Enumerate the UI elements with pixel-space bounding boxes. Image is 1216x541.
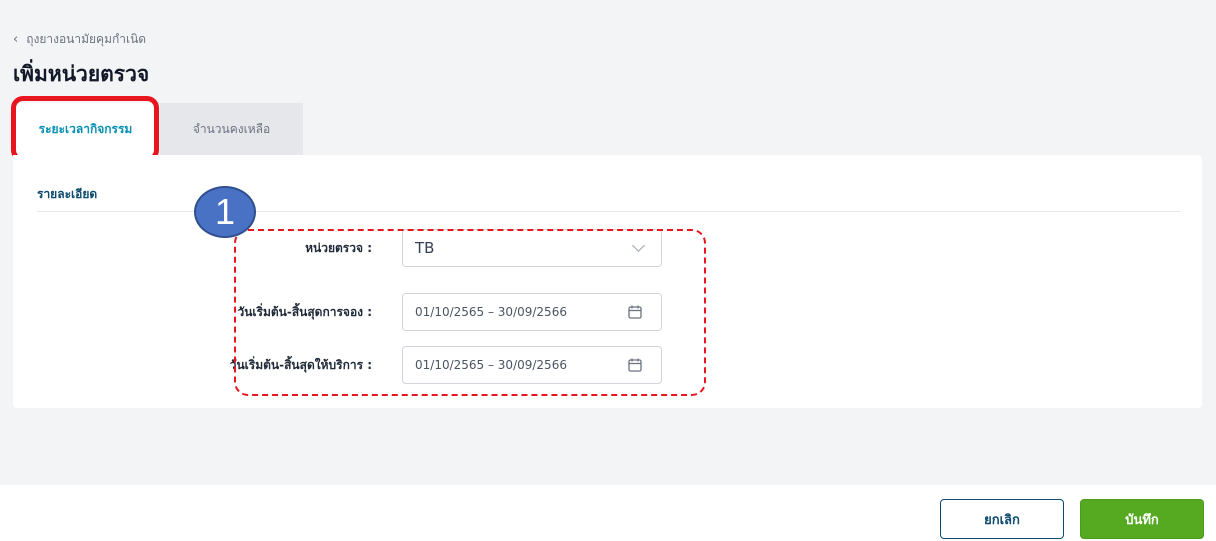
step-number-badge: 1 [194,186,256,238]
save-button[interactable]: บันทึก [1080,499,1204,539]
page-title: เพิ่มหน่วยตรวจ [13,62,150,86]
tab-bar: ระยะเวลากิจกรรม จำนวนคงเหลือ [13,103,303,155]
calendar-icon[interactable] [627,357,643,373]
service-period-value: 01/10/2565 – 30/09/2566 [415,358,567,372]
breadcrumb: ‹ ถุงยางอนามัยคุมกำเนิด [13,30,146,49]
unit-label: หน่วยตรวจ : [305,240,372,255]
calendar-icon[interactable] [627,304,643,320]
booking-period-label: วันเริ่มต้น-สิ้นสุดการจอง : [237,304,372,319]
chevron-left-icon[interactable]: ‹ [13,32,18,47]
tab-activity-period[interactable]: ระยะเวลากิจกรรม [13,103,158,155]
unit-select[interactable]: TB [402,229,662,267]
footer-bar: ยกเลิก บันทึก [0,485,1216,541]
form-row-booking-period: วันเริ่มต้น-สิ้นสุดการจอง : 01/10/2565 –… [13,293,662,331]
form-row-service-period: วันเริ่มต้น-สิ้นสุดให้บริการ : 01/10/256… [13,346,662,384]
breadcrumb-link[interactable]: ถุงยางอนามัยคุมกำเนิด [26,30,146,49]
form-row-unit: หน่วยตรวจ : TB [13,229,662,267]
chevron-down-icon [632,239,645,252]
detail-card: รายละเอียด หน่วยตรวจ : TB วันเริ่มต้น-สิ… [13,155,1202,408]
unit-select-value: TB [415,239,435,257]
section-title: รายละเอียด [37,187,98,201]
service-period-label: วันเริ่มต้น-สิ้นสุดให้บริการ : [229,357,372,372]
booking-period-value: 01/10/2565 – 30/09/2566 [415,305,567,319]
service-period-date-range[interactable]: 01/10/2565 – 30/09/2566 [402,346,662,384]
booking-period-date-range[interactable]: 01/10/2565 – 30/09/2566 [402,293,662,331]
tab-remaining-quantity[interactable]: จำนวนคงเหลือ [160,103,303,155]
cancel-button[interactable]: ยกเลิก [940,499,1064,539]
